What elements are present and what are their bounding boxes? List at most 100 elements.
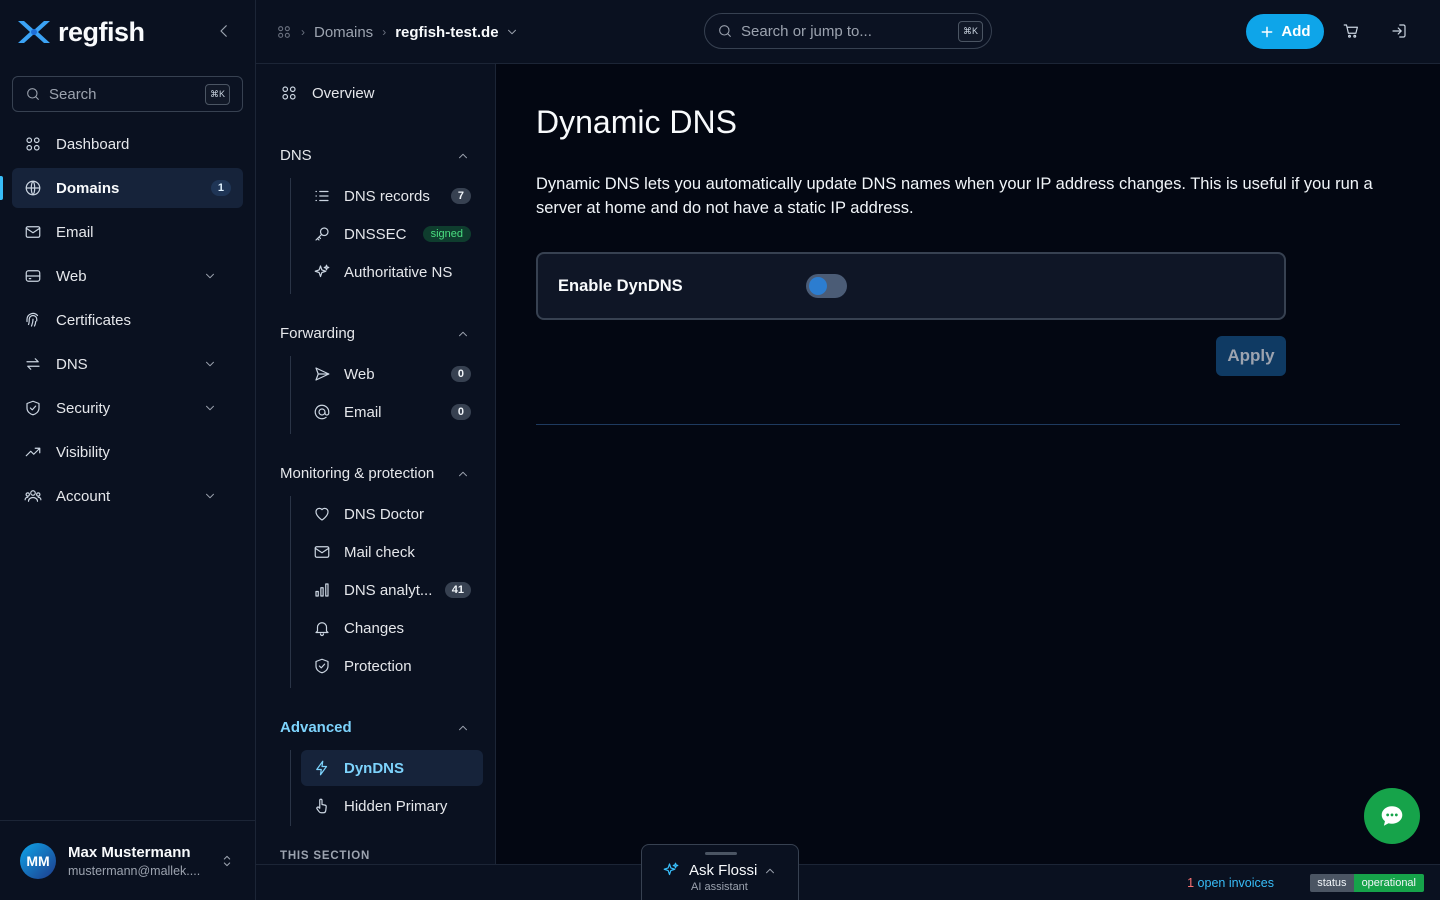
- footer-bar: 1 open invoices status operational: [256, 864, 1440, 900]
- sidebar-item-domains[interactable]: Domains 1: [0, 168, 243, 208]
- subnav-item-forwarding-email[interactable]: Email 0: [301, 394, 483, 430]
- logout-icon: [1392, 24, 1406, 38]
- open-invoices-link[interactable]: 1 open invoices: [1187, 876, 1274, 890]
- shield-check-icon: [26, 400, 40, 416]
- top-bar: › Domains › regfish-test.de Search or ju…: [256, 0, 1440, 64]
- chevron-up-down-icon: [223, 855, 231, 866]
- dns-records-count-badge: 7: [450, 188, 471, 204]
- cart-button[interactable]: [1342, 22, 1360, 40]
- subnav-section-title: Forwarding: [280, 325, 356, 342]
- subnav-section-title: Advanced: [280, 719, 352, 736]
- subnav-divider-line: [290, 750, 291, 826]
- chevron-up-icon: [459, 331, 467, 336]
- apply-button[interactable]: Apply: [1216, 336, 1286, 376]
- trending-up-icon: [25, 447, 41, 457]
- dnssec-signed-badge: signed: [422, 226, 471, 242]
- sidebar-item-dns[interactable]: DNS: [12, 344, 243, 384]
- sidebar-item-label: Security: [56, 399, 111, 417]
- user-name: Max Mustermann: [68, 843, 191, 861]
- user-email: mustermann@mallek....: [68, 863, 201, 878]
- enable-dyndns-toggle[interactable]: [806, 274, 847, 298]
- sidebar-item-certificates[interactable]: Certificates: [12, 300, 243, 340]
- shortcut-hint: ⌘K: [204, 83, 230, 105]
- chevron-down-icon[interactable]: [505, 25, 519, 39]
- sidebar-item-label: Domains: [56, 179, 120, 197]
- sidebar-search[interactable]: Search ⌘K: [12, 76, 243, 112]
- sidebar-item-security[interactable]: Security: [12, 388, 243, 428]
- page-description: Dynamic DNS lets you automatically updat…: [536, 175, 1373, 217]
- heart-icon: [315, 507, 329, 521]
- subnav-item-dyndns[interactable]: DynDNS: [301, 750, 483, 786]
- domain-subnav: Overview DNS DNS records 7 DNSSEC signed…: [256, 64, 496, 864]
- subnav-item-dns-analytics[interactable]: DNS analyt... 41: [301, 572, 483, 608]
- subnav-item-mail-check[interactable]: Mail check: [301, 534, 483, 570]
- sparkles-icon: [314, 264, 330, 278]
- subnav-item-label: Email: [344, 403, 382, 421]
- breadcrumb-separator: ›: [382, 25, 387, 39]
- cart-icon: [1343, 24, 1358, 38]
- chat-button[interactable]: [1364, 788, 1420, 844]
- logo[interactable]: regfish: [0, 0, 255, 64]
- subnav-divider-line: [290, 178, 291, 294]
- subnav-section-advanced[interactable]: Advanced: [280, 719, 470, 736]
- sidebar-item-account[interactable]: Account: [12, 476, 243, 516]
- globe-icon: [25, 180, 41, 196]
- ask-flossi-panel[interactable]: Ask Flossi AI assistant: [641, 844, 799, 900]
- web-forwarding-count-badge: 0: [450, 366, 471, 382]
- sidebar-item-web[interactable]: Web: [12, 256, 243, 296]
- key-icon: [315, 227, 329, 241]
- this-section-heading: THIS SECTION: [280, 850, 371, 862]
- main-content: Dynamic DNS Dynamic DNS lets you automat…: [496, 64, 1440, 864]
- subnav-item-forwarding-web[interactable]: Web 0: [301, 356, 483, 392]
- user-info: Max Mustermann mustermann@mallek....: [68, 844, 200, 878]
- sidebar-item-dashboard[interactable]: Dashboard: [12, 124, 243, 164]
- add-button-label: Add: [1281, 23, 1311, 40]
- subnav-section-dns[interactable]: DNS: [280, 147, 470, 164]
- subnav-divider-line: [290, 496, 291, 688]
- subnav-item-hidden-primary[interactable]: Hidden Primary: [301, 788, 483, 824]
- breadcrumb-current-domain[interactable]: regfish-test.de: [395, 24, 498, 41]
- sparkles-icon: [663, 862, 679, 876]
- bar-chart-icon: [315, 583, 329, 597]
- subnav-item-label: Mail check: [344, 543, 415, 561]
- global-search[interactable]: Search or jump to... ⌘K: [704, 13, 992, 49]
- subnav-item-dnssec[interactable]: DNSSEC signed: [301, 216, 483, 252]
- user-menu[interactable]: MM Max Mustermann mustermann@mallek....: [0, 820, 255, 900]
- brand-name: regfish: [58, 16, 145, 47]
- subnav-section-title: Monitoring & protection: [280, 465, 435, 482]
- subnav-overview[interactable]: Overview: [280, 84, 375, 102]
- domains-count-badge: 1: [210, 180, 231, 196]
- subnav-item-label: Authoritative NS: [344, 263, 453, 281]
- grid-icon[interactable]: [276, 24, 292, 40]
- dns-analytics-count-badge: 41: [444, 582, 471, 598]
- sidebar-item-label: Certificates: [56, 311, 132, 329]
- subnav-item-label: Hidden Primary: [344, 797, 448, 815]
- send-icon: [315, 367, 330, 381]
- at-sign-icon: [314, 404, 330, 420]
- status-badge[interactable]: status operational: [1310, 874, 1424, 892]
- collapse-sidebar-button[interactable]: [215, 22, 233, 40]
- chat-bubble-icon: [1381, 806, 1403, 826]
- mail-icon: [25, 226, 41, 238]
- breadcrumb-domains[interactable]: Domains: [314, 24, 373, 41]
- subnav-section-monitoring[interactable]: Monitoring & protection: [280, 465, 470, 482]
- sidebar-item-visibility[interactable]: Visibility: [12, 432, 243, 472]
- add-button[interactable]: Add: [1246, 14, 1324, 49]
- chevron-down-icon: [206, 361, 214, 367]
- sidebar-item-label: Visibility: [56, 443, 110, 461]
- grid-icon: [282, 86, 296, 100]
- subnav-item-dns-records[interactable]: DNS records 7: [301, 178, 483, 214]
- sidebar-item-email[interactable]: Email: [12, 212, 243, 252]
- drag-handle[interactable]: [705, 852, 737, 855]
- subnav-item-protection[interactable]: Protection: [301, 648, 483, 684]
- subnav-section-forwarding[interactable]: Forwarding: [280, 325, 470, 342]
- subnav-item-dns-doctor[interactable]: DNS Doctor: [301, 496, 483, 532]
- sidebar-search-label: Search: [49, 85, 97, 103]
- subnav-item-changes[interactable]: Changes: [301, 610, 483, 646]
- arrows-exchange-icon: [26, 358, 40, 370]
- subnav-item-authoritative-ns[interactable]: Authoritative NS: [301, 254, 483, 290]
- chevron-down-icon: [206, 273, 214, 279]
- sidebar-item-label: Dashboard: [56, 135, 130, 153]
- logout-button[interactable]: [1390, 22, 1408, 40]
- chevron-up-icon: [459, 471, 467, 476]
